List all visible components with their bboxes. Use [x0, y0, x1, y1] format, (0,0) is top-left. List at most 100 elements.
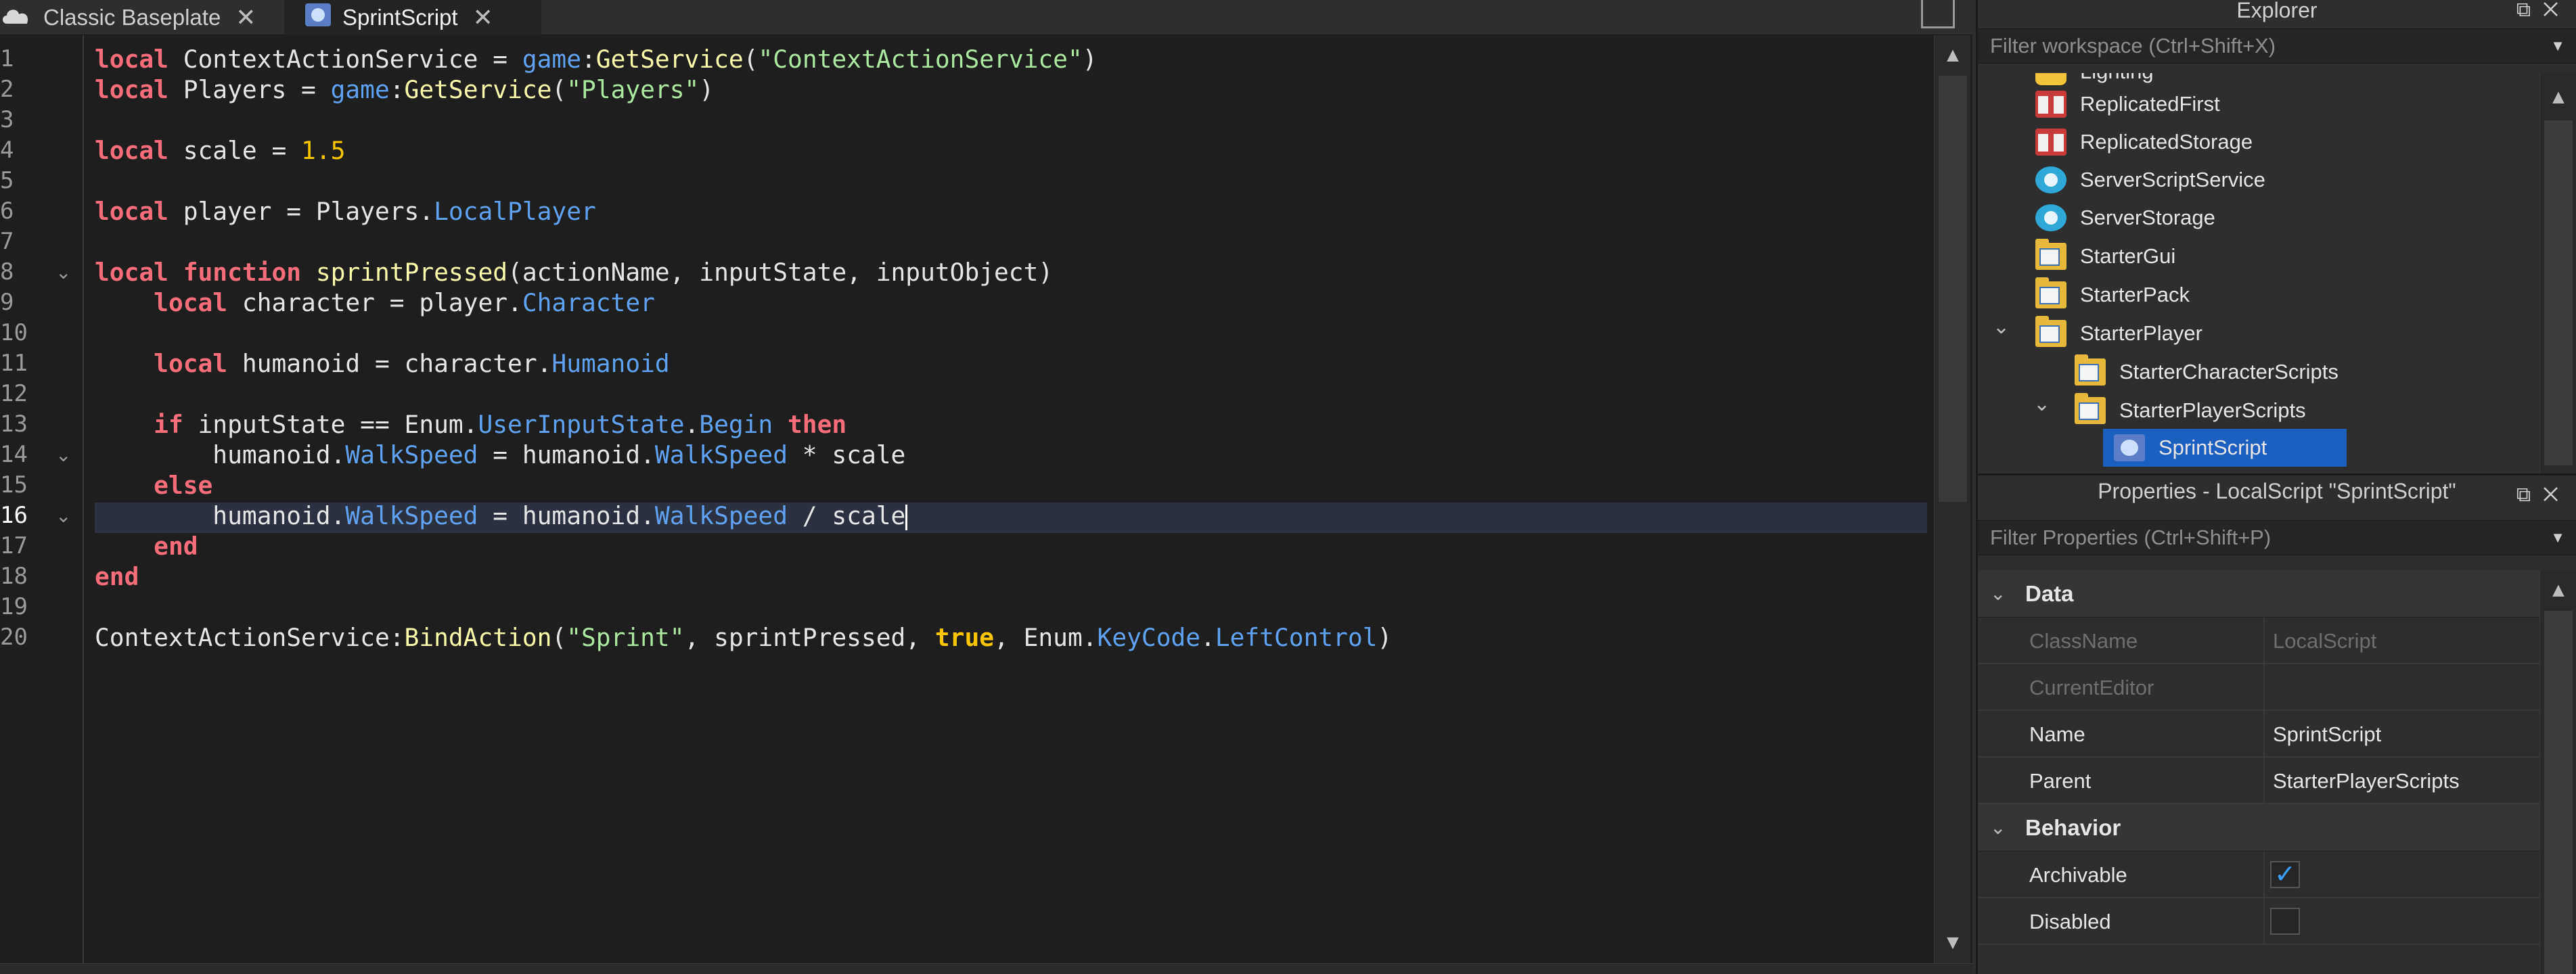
lighting-icon [2035, 73, 2066, 85]
line-number: 6 [0, 198, 14, 225]
property-value-cell [2263, 898, 2546, 945]
close-icon[interactable]: ✕ [473, 3, 493, 32]
tree-item-label: ReplicatedStorage [2080, 130, 2253, 154]
output-panel-edge [0, 963, 1972, 974]
dock-icon[interactable] [1921, 0, 1955, 28]
folder-icon [2075, 393, 2106, 424]
properties-filter-input[interactable] [1978, 521, 2576, 555]
tree-item-starterplayer[interactable]: StarterPlayer [2035, 315, 2202, 352]
close-icon[interactable]: ✕ [2543, 0, 2571, 21]
property-name: Disabled [2029, 910, 2111, 933]
code-line: local humanoid = character.Humanoid [154, 349, 670, 378]
tree-item-replicatedstorage[interactable]: ReplicatedStorage [2035, 123, 2253, 161]
line-number-current: 16 [0, 502, 28, 529]
tab-label: Classic Baseplate [43, 5, 221, 30]
scroll-up-icon[interactable]: ▲ [1935, 42, 1971, 69]
expand-chevron-icon[interactable]: ⌄ [2033, 392, 2050, 416]
fold-chevron-icon[interactable]: ⌄ [55, 257, 76, 287]
property-value: LocalScript [2263, 618, 2546, 664]
properties-panel: Properties - LocalScript "SprintScript" … [1976, 473, 2576, 974]
starter-player-icon [2035, 316, 2066, 347]
tree-item-label: SprintScript [2159, 436, 2267, 459]
code-line: local Players = game:GetService("Players… [95, 75, 715, 104]
tree-item-startercharacterscripts[interactable]: StarterCharacterScripts [2075, 353, 2338, 391]
tree-item-sprintscript-selected[interactable]: SprintScript [2103, 429, 2347, 467]
code-line: local function sprintPressed(actionName,… [95, 258, 1054, 287]
scrollbar-thumb[interactable] [2544, 611, 2573, 974]
line-number: 18 [0, 563, 28, 590]
tree-item-starterpack[interactable]: StarterPack [2035, 276, 2190, 314]
tree-item-label: StarterPlayer [2080, 321, 2202, 345]
property-name: ClassName [2029, 629, 2138, 653]
property-value-cell [2263, 852, 2546, 898]
server-script-service-icon [2035, 166, 2066, 193]
line-number: 20 [0, 624, 28, 651]
line-number: 15 [0, 471, 28, 498]
property-name: Archivable [2029, 863, 2127, 887]
tree-item-replicatedfirst[interactable]: ReplicatedFirst [2035, 85, 2220, 123]
code-line: humanoid.WalkSpeed = humanoid.WalkSpeed … [95, 440, 906, 469]
code-line: end [154, 532, 198, 561]
code-line: else [154, 471, 213, 500]
category-label: Data [2025, 580, 2074, 606]
editor-scrollbar[interactable]: ▲ ▼ [1934, 35, 1970, 963]
code-area[interactable]: local ContextActionService = game:GetSer… [95, 35, 1922, 948]
scrollbar-thumb[interactable] [2544, 120, 2573, 465]
explorer-filter-input[interactable] [1978, 29, 2576, 63]
scroll-down-icon[interactable]: ▼ [1935, 929, 1971, 956]
close-icon[interactable]: ✕ [235, 3, 256, 32]
tree-item-label: ReplicatedFirst [2080, 92, 2220, 116]
properties-grid: ⌄ Data ClassName LocalScript CurrentEdit… [1978, 570, 2546, 974]
property-value[interactable]: StarterPlayerScripts [2263, 758, 2546, 804]
category-label: Behavior [2025, 814, 2121, 840]
close-icon[interactable]: ✕ [2543, 484, 2571, 506]
tab-sprintscript[interactable]: SprintScript ✕ [284, 0, 541, 35]
code-line: local character = player.Character [154, 288, 655, 317]
archivable-checkbox[interactable]: ✓ [2270, 861, 2300, 888]
scroll-up-icon[interactable]: ▲ [2540, 577, 2576, 604]
tab-classic-baseplate[interactable]: Classic Baseplate ✕ [0, 0, 271, 35]
tree-item-serverscriptservice[interactable]: ServerScriptService [2035, 161, 2265, 199]
tree-item-startergui[interactable]: StarterGui [2035, 237, 2175, 275]
code-line: ContextActionService:BindAction("Sprint"… [95, 623, 1393, 652]
fold-chevron-icon[interactable]: ⌄ [55, 440, 76, 470]
collapse-chevron-icon[interactable]: ⌄ [1990, 582, 2006, 605]
replicated-storage-icon [2035, 129, 2066, 156]
explorer-title-text: Explorer [2236, 0, 2318, 22]
category-behavior[interactable]: ⌄ Behavior [1978, 804, 2546, 852]
explorer-tree[interactable]: Lighting ReplicatedFirst ReplicatedStora… [1978, 73, 2539, 473]
script-icon [304, 3, 332, 32]
property-row-name[interactable]: Name SprintScript [1978, 711, 2546, 758]
text-caret [905, 505, 908, 530]
line-number: 19 [0, 593, 28, 620]
restore-icon[interactable]: ⧉ [2516, 484, 2543, 506]
collapse-chevron-icon[interactable]: ⌄ [1990, 816, 2006, 839]
property-row-disabled: Disabled [1978, 898, 2546, 945]
dropdown-arrow-icon[interactable]: ▼ [2550, 37, 2565, 55]
explorer-filter[interactable]: ▼ [1978, 28, 2576, 64]
properties-filter[interactable]: ▼ [1978, 520, 2576, 555]
disabled-checkbox[interactable] [2270, 908, 2300, 935]
line-number: 1 [0, 45, 14, 72]
expand-chevron-icon[interactable]: ⌄ [1993, 315, 2010, 339]
code-line: if inputState == Enum.UserInputState.Beg… [154, 410, 847, 439]
fold-chevron-icon[interactable]: ⌄ [55, 501, 76, 531]
category-data[interactable]: ⌄ Data [1978, 570, 2546, 618]
code-line: end [95, 562, 139, 591]
restore-icon[interactable]: ⧉ [2516, 0, 2543, 21]
property-row-parent[interactable]: Parent StarterPlayerScripts [1978, 758, 2546, 804]
code-line-current: humanoid.WalkSpeed = humanoid.WalkSpeed … [95, 501, 908, 531]
property-value-input[interactable]: SprintScript [2263, 711, 2546, 758]
tree-item-label: StarterCharacterScripts [2119, 360, 2338, 384]
line-number: 11 [0, 350, 28, 377]
properties-scrollbar[interactable]: ▲ [2539, 570, 2576, 974]
folder-icon [2075, 354, 2106, 386]
tab-label: SprintScript [342, 5, 458, 30]
dropdown-arrow-icon[interactable]: ▼ [2550, 529, 2565, 547]
explorer-scrollbar[interactable]: ▲ [2539, 73, 2576, 473]
scroll-up-icon[interactable]: ▲ [2540, 84, 2576, 111]
script-editor[interactable]: 1 2 3 4 5 6 7 8 9 10 11 12 13 14 15 16 1… [0, 35, 1972, 963]
tree-item-serverstorage[interactable]: ServerStorage [2035, 199, 2215, 237]
scrollbar-thumb[interactable] [1939, 76, 1967, 502]
tree-item-starterplayerscripts[interactable]: StarterPlayerScripts [2075, 392, 2306, 430]
